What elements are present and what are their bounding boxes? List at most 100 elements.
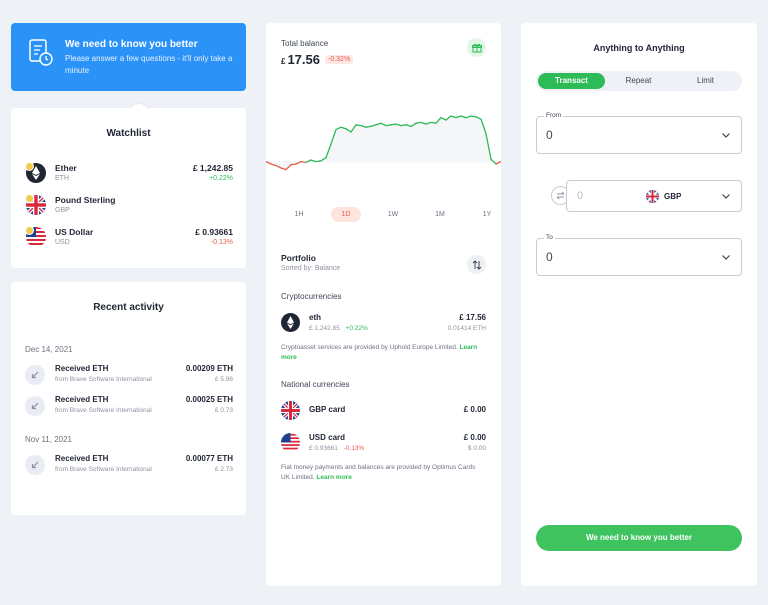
chart-line-segment [400, 124, 407, 127]
asset-name: eth [309, 313, 321, 322]
tab-transact[interactable]: Transact [538, 73, 605, 89]
activity-from: from Brave Software International [55, 466, 152, 473]
learn-more-link[interactable]: Learn more [316, 474, 351, 481]
asset-price-value: £ 1,242.85 [309, 325, 340, 332]
tab-repeat[interactable]: Repeat [605, 73, 672, 89]
crypto-row-eth[interactable]: eth £ 1,242.85 +0.22% £ 17.56 0.01414 ET… [281, 312, 486, 338]
watchlist-item-eth[interactable]: Ether ETH £ 1,242.85 +0.22% [25, 162, 233, 188]
national-row-usd[interactable]: USD card £ 0.93661 -0.13% £ 0.00 $ 0.00 [281, 432, 486, 458]
portfolio-sorted-by: Sorted by: Balance [281, 265, 341, 272]
asset-value: £ 17.56 [459, 313, 486, 322]
uk-flag-icon [646, 190, 659, 203]
watchlist-symbol: ETH [55, 175, 69, 182]
gift-button[interactable] [467, 38, 486, 57]
watchlist-title: Watchlist [106, 128, 151, 139]
range-1d[interactable]: 1D [331, 207, 361, 222]
asset-value: £ 0.00 [463, 433, 486, 442]
to-select[interactable]: To 0 [536, 234, 742, 276]
activity-from: from Brave Software International [55, 407, 152, 414]
verify-identity-button[interactable]: We need to know you better [536, 525, 742, 551]
national-row-gbp[interactable]: GBP card £ 0.00 [281, 400, 486, 426]
watchlist-name: Ether [55, 163, 77, 173]
from-label: From [544, 112, 564, 119]
range-1m[interactable]: 1M [425, 207, 455, 222]
chevron-down-icon [722, 255, 730, 260]
chart-line-segment [470, 115, 477, 118]
portfolio-title: Portfolio [281, 253, 316, 263]
activity-name: Received ETH [55, 395, 109, 404]
watchlist-item-usd[interactable]: US Dollar USD £ 0.93661 -0.13% [25, 226, 233, 252]
total-balance-label: Total balance [281, 39, 329, 48]
balance-value: 17.56 [287, 52, 320, 67]
activity-date: Nov 11, 2021 [25, 435, 72, 444]
chart-line-segment [300, 160, 307, 164]
banner-title: We need to know you better [65, 39, 198, 50]
asset-amount: 0.01414 ETH [447, 325, 486, 332]
amount-input[interactable]: 0 GBP [566, 180, 742, 212]
activity-item[interactable]: Received ETH from Brave Software Interna… [25, 363, 233, 387]
swap-mode-tabs: Transact Repeat Limit [536, 71, 742, 91]
watchlist-name: US Dollar [55, 227, 94, 237]
watchlist-name: Pound Sterling [55, 195, 116, 205]
gift-icon [471, 43, 482, 52]
to-label: To [544, 234, 555, 241]
us-flag-icon [281, 433, 300, 452]
asset-name: USD card [309, 433, 346, 442]
watchlist-change: +0.22% [209, 175, 233, 182]
chart-line-segment [290, 163, 297, 166]
national-heading: National currencies [281, 380, 350, 389]
chart-line-segment [385, 124, 392, 127]
tab-limit[interactable]: Limit [672, 73, 739, 89]
crypto-disclaimer: Cryptoasset services are provided by Uph… [281, 343, 486, 363]
us-flag-icon [25, 226, 46, 247]
balance-change-badge: -0.32% [325, 55, 354, 64]
portfolio-card: Total balance £17.56 -0.32% 1H 1D 1W 1M … [266, 23, 501, 586]
activity-item[interactable]: Received ETH from Brave Software Interna… [25, 394, 233, 418]
chart-line-segment [415, 121, 422, 124]
swap-icon [556, 191, 565, 200]
banner-subtitle: Please answer a few questions - it'll on… [65, 54, 233, 75]
recent-activity-card: Recent activity Dec 14, 2021 Received ET… [11, 282, 246, 515]
ether-icon [25, 162, 46, 183]
range-1h[interactable]: 1H [284, 207, 314, 222]
from-value: 0 [546, 128, 553, 142]
uk-flag-icon [25, 194, 46, 215]
watchlist-card: Watchlist Ether ETH £ 1,242.85 +0.22% Po… [11, 108, 246, 268]
kyc-banner[interactable]: We need to know you better Please answer… [11, 23, 246, 124]
crypto-note: Cryptoasset services are provided by Uph… [281, 344, 458, 351]
sort-icon [472, 259, 481, 270]
currency-select[interactable]: GBP [646, 190, 681, 203]
chevron-down-icon [722, 194, 730, 199]
fiat-note: Fiat money payments and balances are pro… [281, 464, 476, 481]
watchlist-change: -0.13% [210, 239, 233, 246]
from-select[interactable]: From 0 [536, 112, 742, 154]
range-selector: 1H 1D 1W 1M 1Y [276, 207, 491, 223]
chart-line-segment [430, 121, 437, 124]
activity-from: from Brave Software International [55, 376, 152, 383]
balance-chart[interactable] [266, 108, 501, 188]
activity-amount: 0.00077 ETH [185, 454, 233, 463]
chevron-down-icon [722, 133, 730, 138]
asset-change: -0.13% [343, 445, 365, 452]
watchlist-value: £ 1,242.85 [192, 163, 233, 173]
sort-button[interactable] [467, 255, 486, 274]
activity-item[interactable]: Received ETH from Brave Software Interna… [25, 453, 233, 477]
swap-card: Anything to Anything Transact Repeat Lim… [521, 23, 757, 586]
range-1y[interactable]: 1Y [472, 207, 502, 222]
crypto-heading: Cryptocurrencies [281, 292, 342, 301]
chart-line-segment [365, 125, 372, 128]
watchlist-symbol: USD [55, 239, 70, 246]
chart-line-segment [315, 160, 322, 163]
activity-amount: 0.00025 ETH [185, 395, 233, 404]
watchlist-item-gbp[interactable]: Pound Sterling GBP [25, 194, 233, 220]
range-1w[interactable]: 1W [378, 207, 408, 222]
to-value: 0 [546, 250, 553, 264]
asset-price: £ 0.93661 -0.13% [309, 445, 364, 452]
received-arrow-icon [25, 455, 45, 475]
ether-icon [281, 313, 300, 332]
asset-name: GBP card [309, 405, 346, 414]
asset-price: £ 1,242.85 +0.22% [309, 325, 368, 332]
asset-value: £ 0.00 [463, 405, 486, 414]
currency-code: GBP [664, 192, 682, 201]
activity-date: Dec 14, 2021 [25, 345, 73, 354]
